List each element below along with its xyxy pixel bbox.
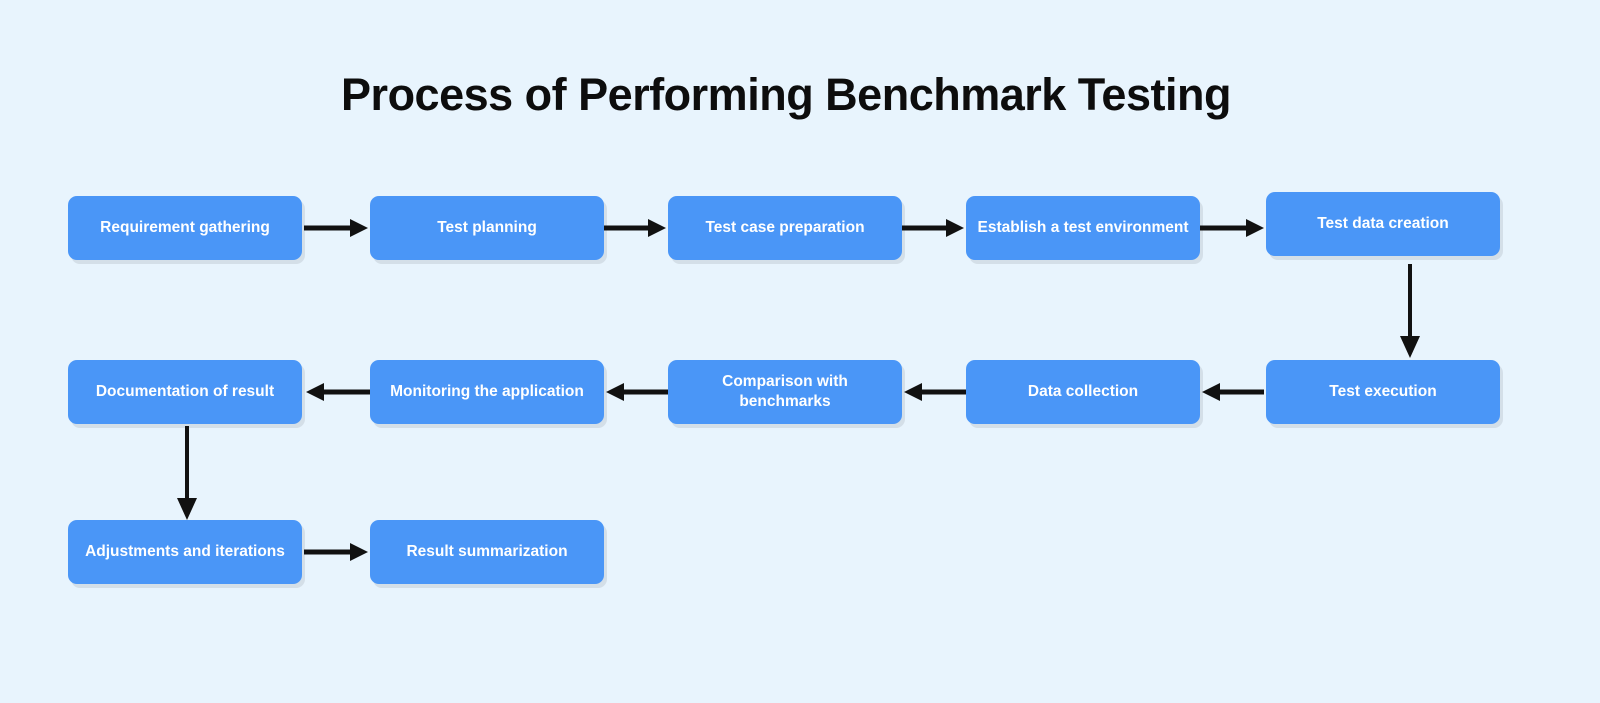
flow-node-test-case-preparation[interactable]: Test case preparation: [668, 196, 902, 260]
arrow-data-collection-to-comparison-with-benchmarks: [902, 380, 966, 404]
flow-node-comparison-with-benchmarks[interactable]: Comparison with benchmarks: [668, 360, 902, 424]
flow-node-label: Documentation of result: [95, 383, 275, 401]
flow-node-monitoring-the-application[interactable]: Monitoring the application: [370, 360, 604, 424]
flow-node-label: Result summarization: [406, 543, 568, 561]
flow-node-label: Test data creation: [1317, 215, 1449, 233]
flow-node-establish-a-test-environment[interactable]: Establish a test environment: [966, 196, 1200, 260]
arrow-requirement-gathering-to-test-planning: [302, 216, 370, 240]
flow-node-test-planning[interactable]: Test planning: [370, 196, 604, 260]
flow-node-adjustments-and-iterations[interactable]: Adjustments and iterations: [68, 520, 302, 584]
flow-node-documentation-of-result[interactable]: Documentation of result: [68, 360, 302, 424]
flow-node-label: Test execution: [1329, 383, 1437, 401]
arrow-adjustments-and-iterations-to-result-summarization: [302, 540, 370, 564]
flow-node-label: Requirement gathering: [100, 219, 270, 237]
arrow-monitoring-the-application-to-documentation-of-result: [302, 380, 370, 404]
flowchart-canvas: Process of Performing Benchmark Testing …: [0, 0, 1600, 703]
flow-node-test-data-creation[interactable]: Test data creation: [1266, 192, 1500, 256]
flow-node-data-collection[interactable]: Data collection: [966, 360, 1200, 424]
flow-node-test-execution[interactable]: Test execution: [1266, 360, 1500, 424]
arrow-establish-a-test-environment-to-test-data-creation: [1200, 216, 1266, 240]
flow-node-result-summarization[interactable]: Result summarization: [370, 520, 604, 584]
arrow-test-data-creation-to-test-execution: [1396, 260, 1424, 360]
flow-node-label: Test case preparation: [705, 219, 865, 237]
flow-node-label: Comparison with benchmarks: [722, 373, 848, 410]
arrow-test-execution-to-data-collection: [1200, 380, 1266, 404]
flow-node-label: Monitoring the application: [390, 383, 584, 401]
flow-node-label: Test planning: [437, 219, 537, 237]
flow-node-requirement-gathering[interactable]: Requirement gathering: [68, 196, 302, 260]
flow-node-label: Data collection: [1027, 383, 1139, 401]
arrow-test-planning-to-test-case-preparation: [604, 216, 668, 240]
arrow-comparison-with-benchmarks-to-monitoring-the-application: [604, 380, 668, 404]
page-title: Process of Performing Benchmark Testing: [341, 69, 1231, 120]
flow-node-label: Establish a test environment: [977, 219, 1189, 237]
arrow-documentation-of-result-to-adjustments-and-iterations: [173, 424, 201, 524]
arrow-test-case-preparation-to-establish-a-test-environment: [902, 216, 966, 240]
flow-node-label: Adjustments and iterations: [85, 543, 285, 561]
